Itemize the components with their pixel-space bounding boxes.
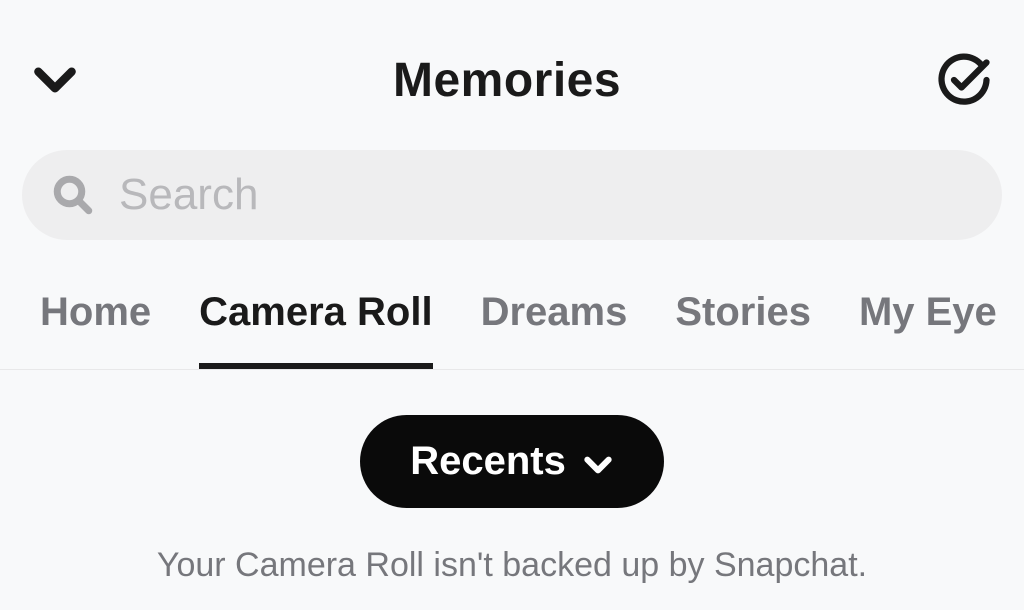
tabs: Home Camera Roll Dreams Stories My Eye xyxy=(0,240,1024,370)
select-check-icon[interactable] xyxy=(934,50,994,110)
close-chevron-icon[interactable] xyxy=(30,55,80,105)
tab-camera-roll[interactable]: Camera Roll xyxy=(199,290,432,369)
search-bar[interactable] xyxy=(22,150,1002,240)
backup-info-text: Your Camera Roll isn't backed up by Snap… xyxy=(0,546,1024,585)
page-title: Memories xyxy=(393,53,621,108)
tab-dreams[interactable]: Dreams xyxy=(481,290,628,369)
header: Memories xyxy=(0,0,1024,140)
search-icon xyxy=(52,174,94,216)
recents-filter-button[interactable]: Recents xyxy=(360,415,664,508)
tab-my-eyes[interactable]: My Eye xyxy=(859,290,997,369)
recents-label: Recents xyxy=(410,439,566,484)
tab-home[interactable]: Home xyxy=(40,290,151,369)
tab-stories[interactable]: Stories xyxy=(675,290,811,369)
search-input[interactable] xyxy=(119,170,972,220)
chevron-down-icon xyxy=(582,446,614,478)
content: Recents Your Camera Roll isn't backed up… xyxy=(0,370,1024,585)
